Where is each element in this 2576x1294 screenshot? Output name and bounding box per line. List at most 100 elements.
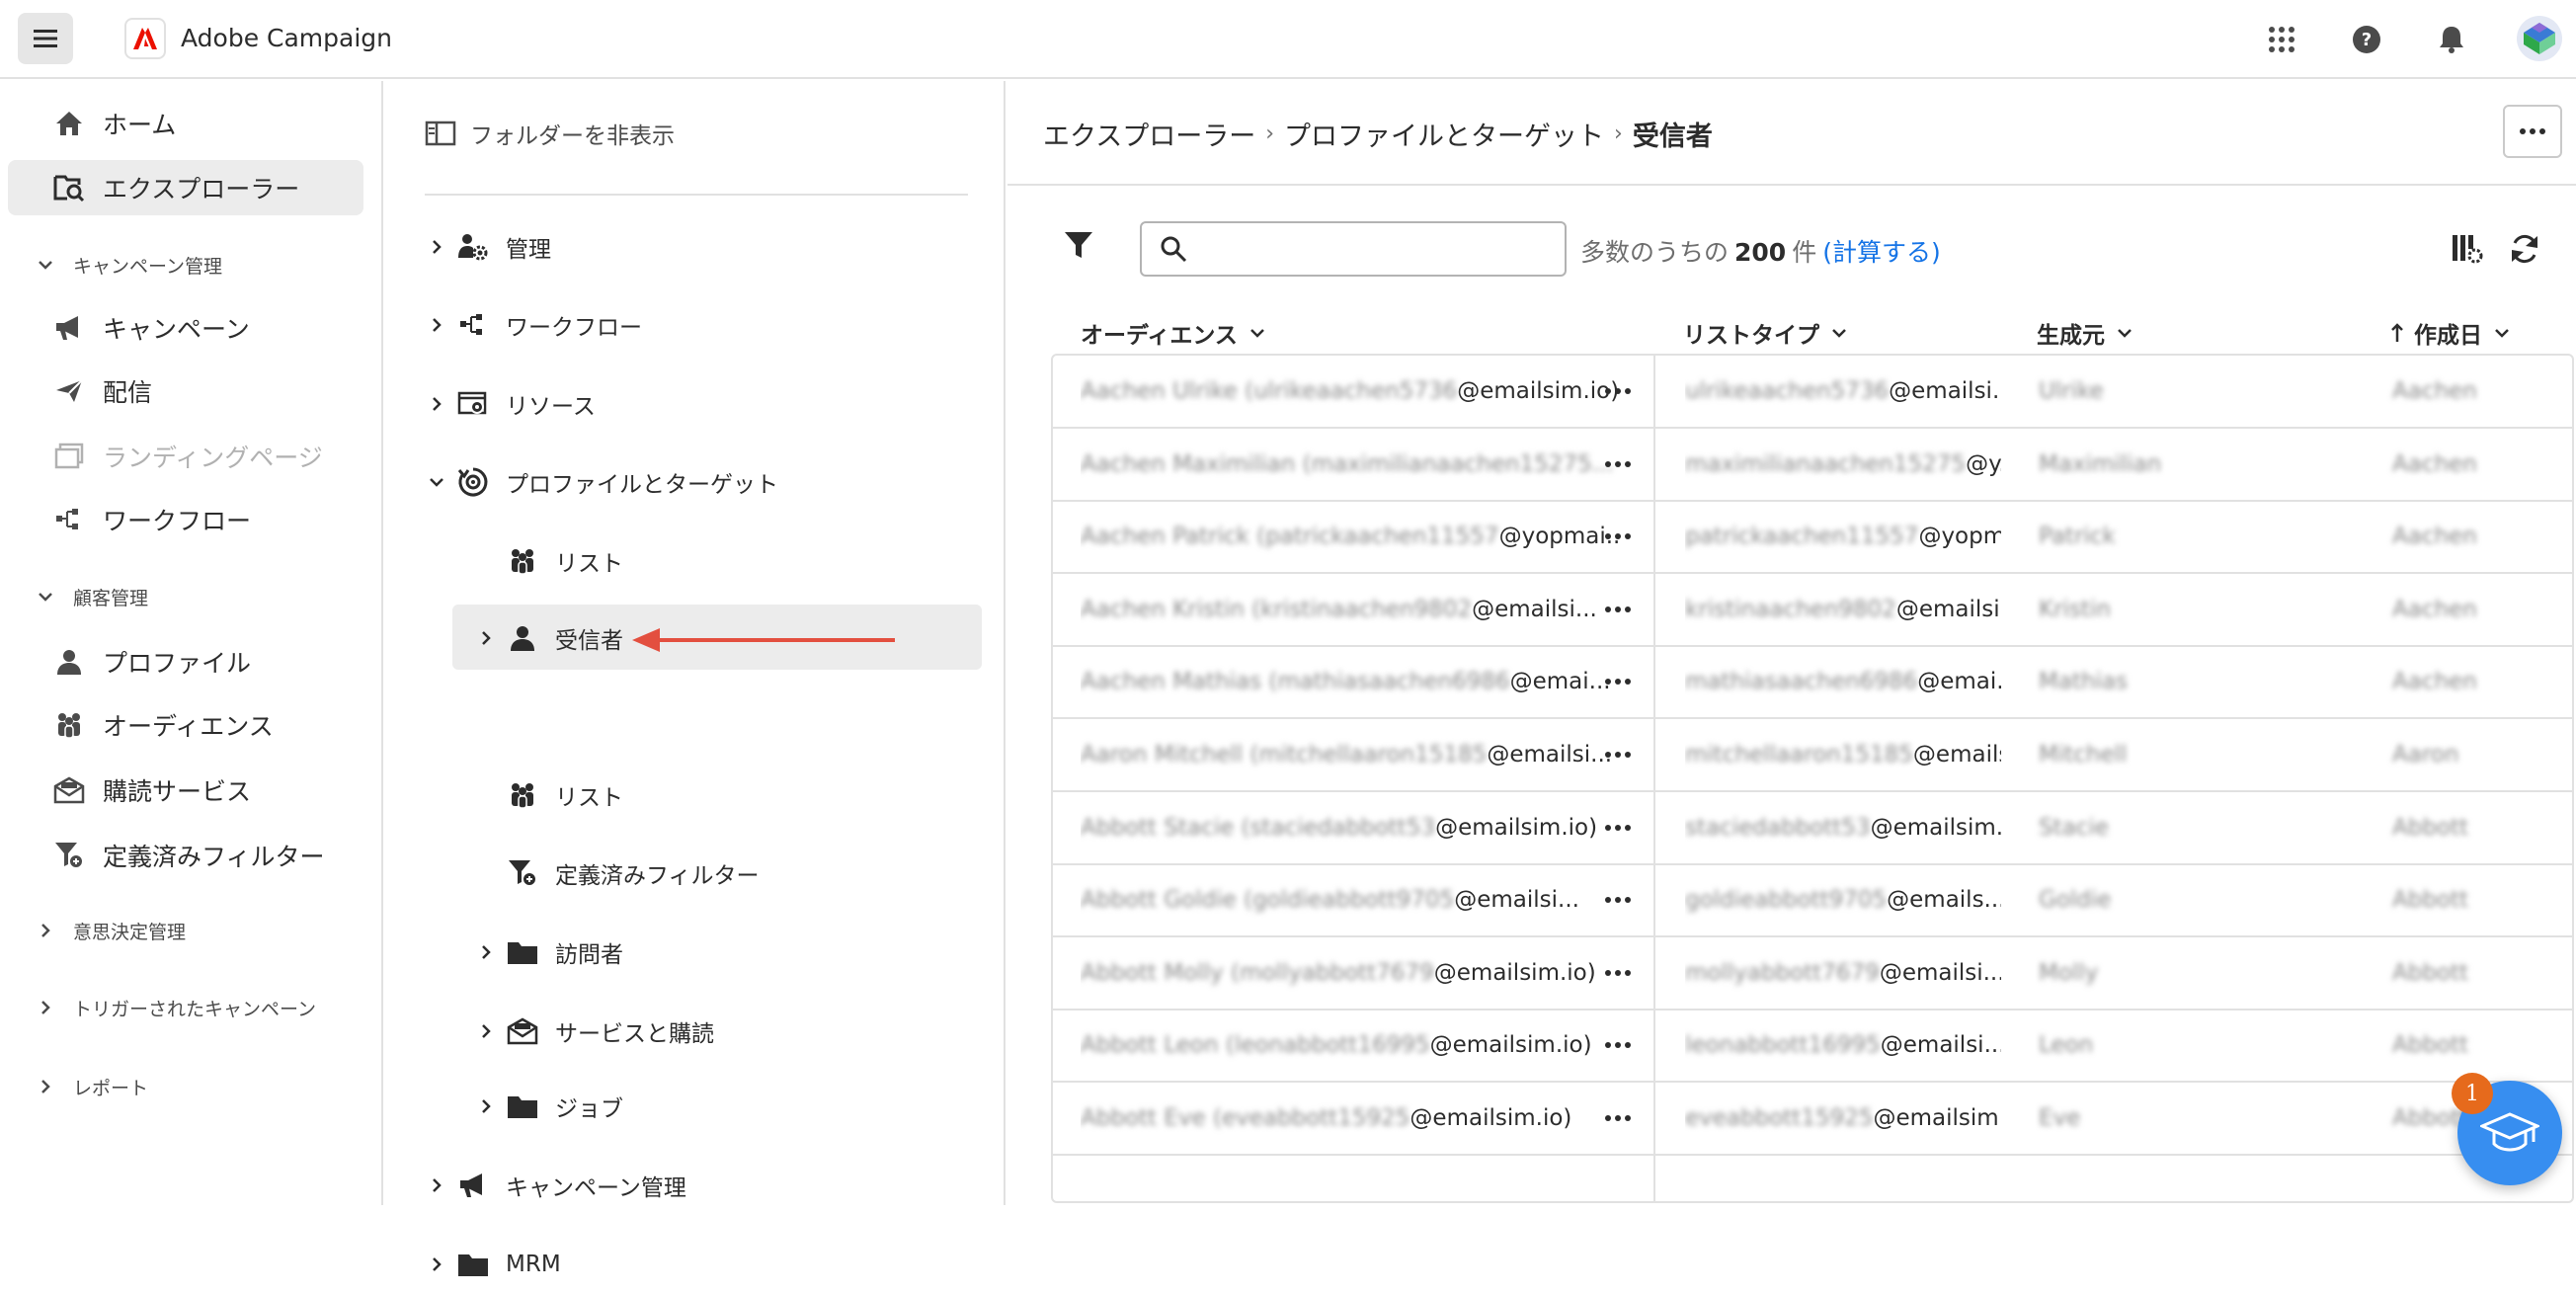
nav-item-profiles[interactable]: プロファイル bbox=[8, 634, 363, 689]
apps-button[interactable] bbox=[2260, 18, 2303, 61]
column-header-list-type[interactable]: リストタイプ bbox=[1683, 308, 1847, 358]
chevron-right-icon[interactable] bbox=[425, 1177, 448, 1193]
tree-item-lists-2[interactable]: リスト bbox=[474, 766, 623, 825]
row-more-button[interactable] bbox=[1598, 521, 1638, 552]
tree-item-recipients[interactable]: 受信者 bbox=[474, 608, 623, 668]
breadcrumb-explorer[interactable]: エクスプローラー bbox=[1043, 115, 1255, 153]
breadcrumb-profiles-and-targets[interactable]: プロファイルとターゲット bbox=[1284, 115, 1604, 153]
nav-section-decision-management[interactable]: 意思決定管理 bbox=[36, 913, 186, 948]
chevron-right-icon[interactable] bbox=[425, 239, 448, 255]
nav-item-workflows[interactable]: ワークフロー bbox=[8, 492, 363, 547]
table-row[interactable]: Aachen Mathias (mathiasaachen6986 @emai..… bbox=[1053, 646, 2572, 720]
nav-item-home[interactable]: ホーム bbox=[8, 96, 363, 151]
nav-section-triggered-campaigns[interactable]: トリガーされたキャンペーン bbox=[36, 990, 316, 1025]
row-more-button[interactable] bbox=[1598, 1102, 1638, 1134]
count-paren-close: ) bbox=[1931, 238, 1941, 267]
row-more-button[interactable] bbox=[1598, 884, 1638, 916]
nav-item-subscription-services[interactable]: 購読サービス bbox=[8, 763, 363, 818]
nav-item-predefined-filters[interactable]: 定義済みフィルター bbox=[8, 828, 363, 883]
tree-item-visitors[interactable]: 訪問者 bbox=[474, 923, 623, 982]
chevron-right-icon[interactable] bbox=[425, 317, 448, 333]
email-domain: @emailsim.io) bbox=[1457, 378, 1620, 404]
chevron-right-icon[interactable] bbox=[474, 1098, 498, 1114]
table-row[interactable]: Aachen Ulrike (ulrikeaachen5736 @emailsim… bbox=[1053, 356, 2572, 429]
nav-item-explorer[interactable]: エクスプローラー bbox=[8, 160, 363, 215]
more-actions-button[interactable] bbox=[2503, 105, 2562, 158]
recipient-name: Abbott Goldie ( bbox=[1081, 887, 1253, 914]
tree-item-administration[interactable]: 管理 bbox=[425, 217, 551, 277]
cell-origin: Patrick bbox=[2039, 524, 2116, 550]
column-header-audience[interactable]: オーディエンス bbox=[1081, 308, 1265, 358]
hide-folders-button[interactable]: フォルダーを非表示 bbox=[425, 117, 675, 150]
megaphone-icon bbox=[454, 1172, 492, 1199]
table-row[interactable]: Aaron Mitchell (mitchellaaron15185 @email… bbox=[1053, 719, 2572, 792]
recipient-name: Aachen Ulrike ( bbox=[1081, 378, 1254, 404]
tree-item-services-and-subscriptions[interactable]: サービスと購読 bbox=[474, 1002, 714, 1061]
tree-item-campaign-management[interactable]: キャンペーン管理 bbox=[425, 1156, 686, 1215]
nav-item-audiences[interactable]: オーディエンス bbox=[8, 697, 363, 753]
chevron-right-icon: › bbox=[1614, 121, 1623, 146]
help-icon: ? bbox=[2353, 26, 2380, 53]
row-more-button[interactable] bbox=[1598, 957, 1638, 989]
adobe-logo[interactable] bbox=[124, 18, 166, 59]
configure-columns-button[interactable] bbox=[2448, 229, 2487, 269]
table-row[interactable]: Abbott Goldie (goldieabbott9705 @emailsi.… bbox=[1053, 864, 2572, 938]
chevron-right-icon[interactable] bbox=[474, 944, 498, 960]
nav-item-deliveries[interactable]: 配信 bbox=[8, 364, 363, 419]
user-avatar[interactable] bbox=[2517, 16, 2562, 61]
notifications-button[interactable] bbox=[2430, 18, 2473, 61]
table-row[interactable]: Abbott Stacie (staciedabbott53 @emailsim.… bbox=[1053, 792, 2572, 865]
nav-item-campaigns[interactable]: キャンペーン bbox=[8, 300, 363, 356]
svg-text:?: ? bbox=[2362, 30, 2372, 50]
refresh-button[interactable] bbox=[2505, 229, 2544, 269]
table-row[interactable]: Aachen Maximilian (maximilianaachen15275… bbox=[1053, 429, 2572, 502]
filter-button[interactable] bbox=[1063, 229, 1094, 265]
nav-item-landing-pages[interactable]: ランディングページ bbox=[8, 429, 363, 484]
menu-toggle-button[interactable] bbox=[18, 13, 73, 64]
chevron-down-icon bbox=[36, 592, 55, 602]
chevron-right-icon[interactable] bbox=[425, 396, 448, 412]
tree-item-workflows[interactable]: ワークフロー bbox=[425, 295, 642, 355]
chevron-right-icon[interactable] bbox=[474, 630, 498, 646]
chevron-right-icon[interactable] bbox=[425, 1256, 448, 1272]
funnel-icon bbox=[1065, 232, 1092, 258]
row-more-button[interactable] bbox=[1598, 666, 1638, 697]
chevron-down-icon[interactable] bbox=[425, 477, 448, 487]
cell-audience: Abbott Molly (mollyabbott7679 @emailsim.i… bbox=[1081, 937, 1622, 1009]
nav-section-reports[interactable]: レポート bbox=[36, 1069, 148, 1104]
search-input[interactable] bbox=[1199, 236, 1555, 262]
tree-item-lists[interactable]: リスト bbox=[474, 531, 623, 591]
tree-item-resources[interactable]: リソース bbox=[425, 374, 596, 434]
row-more-button[interactable] bbox=[1598, 812, 1638, 844]
filter-icon bbox=[504, 858, 541, 888]
help-button[interactable]: ? bbox=[2345, 18, 2388, 61]
hide-folders-label: フォルダーを非表示 bbox=[470, 123, 675, 149]
table-row[interactable]: Abbott Molly (mollyabbott7679 @emailsim.i… bbox=[1053, 937, 2572, 1011]
column-header-created[interactable]: 作成日 bbox=[2390, 308, 2510, 358]
table-row[interactable]: Aachen Kristin (kristinaachen9802 @emails… bbox=[1053, 574, 2572, 647]
row-more-button[interactable] bbox=[1598, 739, 1638, 770]
row-more-button[interactable] bbox=[1598, 594, 1638, 625]
chevron-right-icon[interactable] bbox=[474, 1023, 498, 1039]
table-row[interactable]: Aachen Patrick (patrickaachen11557 @yopma… bbox=[1053, 501, 2572, 575]
tree-item-profiles-and-targets[interactable]: プロファイルとターゲット bbox=[425, 452, 778, 512]
compute-count-link[interactable]: 計算する bbox=[1832, 233, 1931, 269]
tree-item-jobs[interactable]: ジョブ bbox=[474, 1077, 623, 1136]
column-header-origin[interactable]: 生成元 bbox=[2037, 308, 2133, 358]
cell-list-type: maximilianaachen15275@y... bbox=[1685, 429, 2001, 500]
recipient-name: Abbott Stacie ( bbox=[1081, 814, 1250, 841]
table-row[interactable]: Abbott Leon (leonabbott16995 @emailsim.io… bbox=[1053, 1010, 2572, 1084]
column-label: オーディエンス bbox=[1081, 323, 1238, 349]
row-more-button[interactable] bbox=[1598, 375, 1638, 407]
tree-item-mrm[interactable]: MRM bbox=[425, 1235, 561, 1294]
search-field[interactable] bbox=[1140, 221, 1567, 277]
megaphone-icon bbox=[49, 314, 89, 342]
tree-label: MRM bbox=[506, 1252, 561, 1277]
table-row[interactable]: Abbott Eve (eveabbott15925 @emailsim.io) e… bbox=[1053, 1083, 2572, 1156]
row-more-button[interactable] bbox=[1598, 1029, 1638, 1061]
tree-item-predefined-filters[interactable]: 定義済みフィルター bbox=[474, 844, 760, 903]
graduation-cap-icon bbox=[2480, 1112, 2539, 1152]
row-more-button[interactable] bbox=[1598, 448, 1638, 480]
nav-section-campaign-management[interactable]: キャンペーン管理 bbox=[36, 247, 222, 283]
nav-section-customer-management[interactable]: 顧客管理 bbox=[36, 579, 148, 614]
